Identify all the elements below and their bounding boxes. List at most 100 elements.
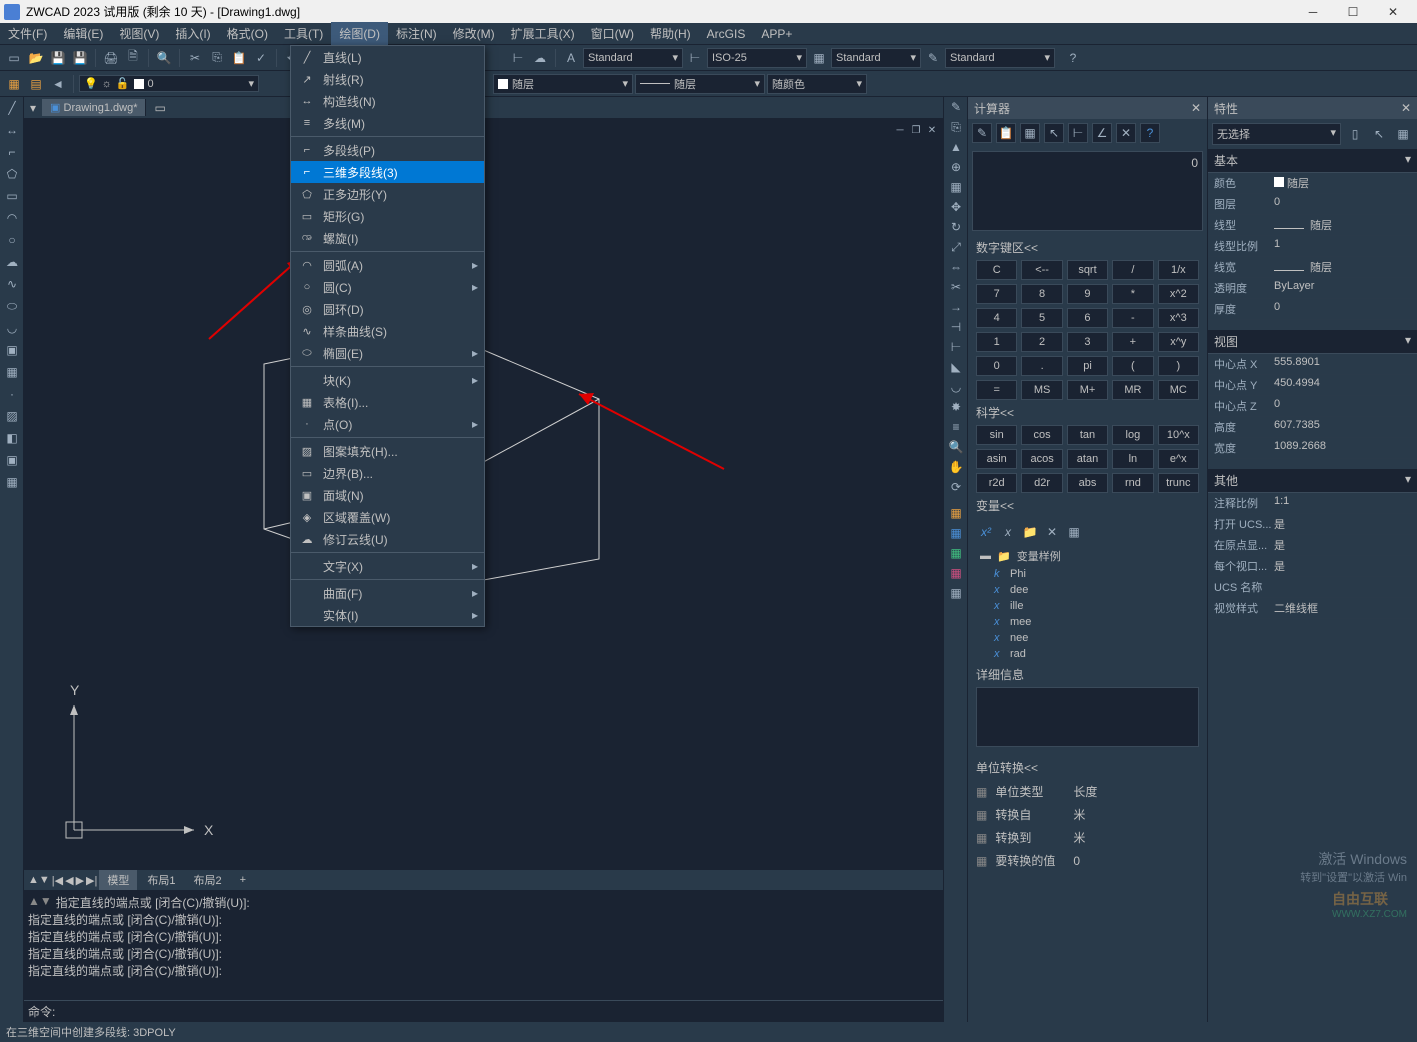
property-value[interactable]: 随层 bbox=[1274, 217, 1411, 233]
xline-icon[interactable]: ↔ bbox=[0, 119, 24, 141]
menu-row[interactable]: ◎圆环(D) bbox=[291, 298, 484, 320]
calc-key[interactable]: 8 bbox=[1021, 284, 1062, 304]
copy-icon[interactable]: ⎘ bbox=[207, 48, 227, 68]
menu-row[interactable]: ▭边界(B)... bbox=[291, 462, 484, 484]
join-icon[interactable]: ⊢ bbox=[944, 337, 968, 357]
calc-key[interactable]: 9 bbox=[1067, 284, 1108, 304]
variable-row[interactable]: kPhi bbox=[976, 566, 1199, 582]
print-icon[interactable]: 🖨 bbox=[101, 48, 121, 68]
calc-intersect-icon[interactable]: ✕ bbox=[1116, 123, 1136, 143]
var-delete-icon[interactable]: ✕ bbox=[1042, 522, 1062, 542]
menu-row[interactable]: ○圆(C)▸ bbox=[291, 276, 484, 298]
calc-key[interactable]: x^2 bbox=[1158, 284, 1199, 304]
variable-row[interactable]: xrad bbox=[976, 646, 1199, 662]
menu-row[interactable]: 实体(I)▸ bbox=[291, 604, 484, 626]
science-header[interactable]: 科学<< bbox=[968, 400, 1207, 425]
tab-nav-first-icon[interactable]: ▲▼ bbox=[28, 874, 50, 886]
menu-row[interactable]: ▨图案填充(H)... bbox=[291, 440, 484, 462]
calc-key[interactable]: / bbox=[1112, 260, 1153, 280]
ellipse-arc-icon[interactable]: ◡ bbox=[0, 317, 24, 339]
var-folder-row[interactable]: ▬ 📁 变量样例 bbox=[976, 546, 1199, 566]
menu-item[interactable]: 绘图(D) bbox=[331, 22, 388, 45]
calc-key[interactable]: 3 bbox=[1067, 332, 1108, 352]
layer-states-icon[interactable]: ▤ bbox=[26, 74, 46, 94]
array-icon[interactable]: ▦ bbox=[944, 177, 968, 197]
pan-icon[interactable]: ✋ bbox=[944, 457, 968, 477]
rectangle-icon[interactable]: ▭ bbox=[0, 185, 24, 207]
property-value[interactable]: 607.7385 bbox=[1274, 419, 1411, 435]
new-tab-icon[interactable]: ▭ bbox=[146, 101, 173, 115]
command-window[interactable]: ▲▼ 指定直线的端点或 [闭合(C)/撤销(U)]:指定直线的端点或 [闭合(C… bbox=[24, 890, 943, 1000]
property-value[interactable]: 是 bbox=[1274, 516, 1411, 532]
property-row[interactable]: 线宽随层 bbox=[1208, 257, 1417, 278]
rotate-icon[interactable]: ↻ bbox=[944, 217, 968, 237]
menu-item[interactable]: 编辑(E) bbox=[55, 22, 111, 45]
selection-combo[interactable]: 无选择 ▾ bbox=[1212, 123, 1341, 145]
number-keys-header[interactable]: 数字键区<< bbox=[968, 235, 1207, 260]
maximize-button[interactable]: ☐ bbox=[1333, 0, 1373, 23]
calc-key[interactable]: 6 bbox=[1067, 308, 1108, 328]
calc-key[interactable]: 1 bbox=[976, 332, 1017, 352]
offset-icon[interactable]: ⊕ bbox=[944, 157, 968, 177]
menu-row[interactable]: 文字(X)▸ bbox=[291, 555, 484, 577]
property-value[interactable]: 是 bbox=[1274, 537, 1411, 553]
menu-item[interactable]: 文件(F) bbox=[0, 22, 55, 45]
orbit-icon[interactable]: ⟳ bbox=[944, 477, 968, 497]
calculator-header[interactable]: 计算器 ✕ bbox=[968, 97, 1207, 119]
zoom-icon[interactable]: 🔍 bbox=[944, 437, 968, 457]
align-icon[interactable]: ≡ bbox=[944, 417, 968, 437]
menu-row[interactable]: ◈区域覆盖(W) bbox=[291, 506, 484, 528]
move-icon[interactable]: ✥ bbox=[944, 197, 968, 217]
calc-clear-icon[interactable]: ✎ bbox=[972, 123, 992, 143]
menu-row[interactable]: 曲面(F)▸ bbox=[291, 582, 484, 604]
mdi-close-button[interactable]: ✕ bbox=[925, 123, 939, 137]
colors-icon[interactable]: ▦ bbox=[944, 503, 968, 523]
unit-value[interactable]: 长度 bbox=[1073, 783, 1097, 800]
menu-row[interactable]: ⌐多段线(P) bbox=[291, 139, 484, 161]
insert-icon[interactable]: ▣ bbox=[0, 339, 24, 361]
property-value[interactable]: 是 bbox=[1274, 558, 1411, 574]
circle-icon[interactable]: ○ bbox=[0, 229, 24, 251]
calc-getpoint-icon[interactable]: ↖ bbox=[1044, 123, 1064, 143]
calc-key[interactable]: cos bbox=[1021, 425, 1062, 445]
palette2-icon[interactable]: ▦ bbox=[944, 543, 968, 563]
calc-history-icon[interactable]: 📋 bbox=[996, 123, 1016, 143]
property-row[interactable]: 高度607.7385 bbox=[1208, 417, 1417, 438]
explode-icon[interactable]: ✸ bbox=[944, 397, 968, 417]
property-row[interactable]: 注释比例1:1 bbox=[1208, 493, 1417, 514]
calc-key[interactable]: e^x bbox=[1158, 449, 1199, 469]
calc-key[interactable]: 5 bbox=[1021, 308, 1062, 328]
unit-conversion-header[interactable]: 单位转换<< bbox=[968, 755, 1207, 780]
color-combo[interactable]: 随层 ▾ bbox=[493, 74, 633, 94]
calc-key[interactable]: sqrt bbox=[1067, 260, 1108, 280]
property-row[interactable]: 中心点 Y450.4994 bbox=[1208, 375, 1417, 396]
layer-props-icon[interactable]: ▦ bbox=[4, 74, 24, 94]
scale-icon[interactable]: ⤢ bbox=[944, 237, 968, 257]
property-row[interactable]: 图层0 bbox=[1208, 194, 1417, 215]
property-value[interactable]: 随层 bbox=[1274, 175, 1411, 191]
calc-key[interactable]: = bbox=[976, 380, 1017, 400]
unit-value[interactable]: 米 bbox=[1073, 829, 1085, 846]
pickadd-icon[interactable]: ▦ bbox=[1393, 124, 1413, 144]
calc-key[interactable]: tan bbox=[1067, 425, 1108, 445]
calc-angle-icon[interactable]: ∠ bbox=[1092, 123, 1112, 143]
property-value[interactable]: 二维线框 bbox=[1274, 600, 1411, 616]
calculator-display[interactable]: 0 bbox=[972, 151, 1203, 231]
command-prompt[interactable]: 命令: bbox=[24, 1000, 943, 1022]
tab-nav-last-icon[interactable]: ▶| bbox=[86, 874, 97, 887]
linetype-combo[interactable]: 随层 ▾ bbox=[635, 74, 765, 94]
variable-row[interactable]: xdee bbox=[976, 582, 1199, 598]
dim-style-combo[interactable]: ISO-25▾ bbox=[707, 48, 807, 68]
unit-value[interactable]: 米 bbox=[1073, 806, 1085, 823]
text-style-combo[interactable]: Standard▾ bbox=[583, 48, 683, 68]
property-value[interactable]: 555.8901 bbox=[1274, 356, 1411, 372]
calc-key[interactable]: 1/x bbox=[1158, 260, 1199, 280]
copy-tool-icon[interactable]: ⎘ bbox=[944, 117, 968, 137]
cmd-expand-icon[interactable]: ▲▼ bbox=[28, 894, 52, 908]
menu-item[interactable]: 扩展工具(X) bbox=[503, 22, 583, 45]
tab-layout1[interactable]: 布局1 bbox=[139, 870, 183, 890]
property-value[interactable]: 0 bbox=[1274, 196, 1411, 212]
menu-item[interactable]: 窗口(W) bbox=[583, 22, 642, 45]
menu-row[interactable]: ⌐三维多段线(3) bbox=[291, 161, 484, 183]
property-value[interactable]: 1089.2668 bbox=[1274, 440, 1411, 456]
